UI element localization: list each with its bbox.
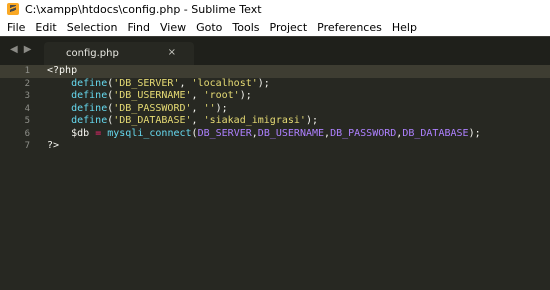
code-token: ,	[191, 90, 204, 101]
sublime-window: C:\xampp\htdocs\config.php - Sublime Tex…	[0, 0, 550, 290]
code-token: define	[71, 90, 108, 101]
code-token: );	[239, 90, 252, 101]
code-text: ?>	[47, 140, 59, 153]
code-text: define('DB_USERNAME', 'root');	[47, 90, 252, 103]
code-text: define('DB_PASSWORD', '');	[47, 103, 228, 116]
tab-bar: ◀ ▶ config.php ×	[0, 36, 550, 65]
menu-view[interactable]: View	[155, 21, 191, 34]
code-token: DB_SERVER	[197, 127, 252, 139]
close-icon[interactable]: ×	[168, 47, 176, 58]
sublime-text-icon	[7, 3, 19, 15]
line-number: 7	[24, 141, 30, 151]
code-editor[interactable]: 1 <?php 2 define('DB_SERVER', 'localhost')…	[0, 65, 550, 290]
code-token: );	[257, 77, 270, 89]
code-token: ,	[191, 102, 204, 114]
code-token: 'DB_SERVER'	[113, 77, 180, 89]
code-text: define('DB_DATABASE', 'siakad_imigrasi')…	[47, 115, 318, 128]
code-token: 'root'	[203, 90, 240, 101]
menu-goto[interactable]: Goto	[191, 21, 227, 34]
tab-label: config.php	[66, 48, 119, 59]
code-line[interactable]: 3 define('DB_USERNAME', 'root');	[0, 90, 550, 103]
code-token: DB_USERNAME	[257, 127, 325, 139]
code-token: DB_PASSWORD	[330, 127, 397, 139]
code-token: define	[71, 77, 108, 89]
menu-edit[interactable]: Edit	[30, 21, 61, 34]
code-token: 'DB_USERNAME'	[113, 90, 192, 101]
menu-find[interactable]: Find	[122, 21, 155, 34]
code-text: <?php	[47, 65, 77, 78]
code-token: ''	[203, 102, 216, 114]
code-line[interactable]: 4 define('DB_PASSWORD', '');	[0, 103, 550, 116]
line-number: 6	[24, 128, 30, 139]
title-bar: C:\xampp\htdocs\config.php - Sublime Tex…	[0, 0, 550, 18]
line-number: 4	[24, 103, 30, 114]
code-line[interactable]: 1 <?php	[0, 65, 550, 78]
code-token: 'localhost'	[191, 77, 258, 89]
tab-forward-icon[interactable]: ▶	[24, 44, 34, 55]
line-number: 2	[24, 78, 30, 89]
menu-tools[interactable]: Tools	[227, 21, 264, 34]
code-text: $db = mysqli_connect(DB_SERVER,DB_USERNA…	[47, 128, 481, 141]
menu-help[interactable]: Help	[387, 21, 422, 34]
code-token: ?>	[47, 140, 60, 151]
menu-bar: File Edit Selection Find View Goto Tools…	[0, 18, 550, 36]
code-token: DB_DATABASE	[402, 127, 469, 139]
menu-file[interactable]: File	[2, 21, 30, 34]
code-token: );	[468, 127, 481, 139]
tab-config-php[interactable]: config.php ×	[44, 42, 194, 65]
code-token: 'DB_DATABASE'	[113, 115, 192, 126]
code-line[interactable]: 6 $db = mysqli_connect(DB_SERVER,DB_USER…	[0, 128, 550, 141]
code-token: ,	[191, 115, 204, 126]
code-token: );	[305, 115, 318, 126]
window-title: C:\xampp\htdocs\config.php - Sublime Tex…	[25, 2, 262, 16]
menu-project[interactable]: Project	[265, 21, 313, 34]
line-number: 3	[24, 91, 30, 101]
code-line[interactable]: 2 define('DB_SERVER', 'localhost');	[0, 78, 550, 91]
code-token: <?php	[47, 65, 78, 76]
menu-selection[interactable]: Selection	[62, 21, 123, 34]
code-line[interactable]: 7 ?>	[0, 140, 550, 153]
code-token: define	[71, 115, 108, 126]
code-token: define	[71, 102, 108, 114]
code-line[interactable]: 5 define('DB_DATABASE', 'siakad_imigrasi…	[0, 115, 550, 128]
code-token: ,	[179, 77, 192, 89]
tab-back-icon[interactable]: ◀	[10, 44, 20, 55]
code-token: );	[215, 102, 228, 114]
tab-navigation: ◀ ▶	[10, 44, 33, 55]
line-number: 1	[24, 66, 30, 76]
line-number: 5	[24, 116, 30, 126]
code-token: 'siakad_imigrasi'	[203, 115, 306, 126]
code-text: define('DB_SERVER', 'localhost');	[47, 78, 270, 91]
code-area[interactable]: 1 <?php 2 define('DB_SERVER', 'localhost')…	[0, 65, 550, 153]
code-token: 'DB_PASSWORD'	[113, 102, 192, 114]
menu-preferences[interactable]: Preferences	[312, 21, 387, 34]
code-token: mysqli_connect	[107, 127, 192, 139]
code-token: $db	[71, 127, 90, 139]
